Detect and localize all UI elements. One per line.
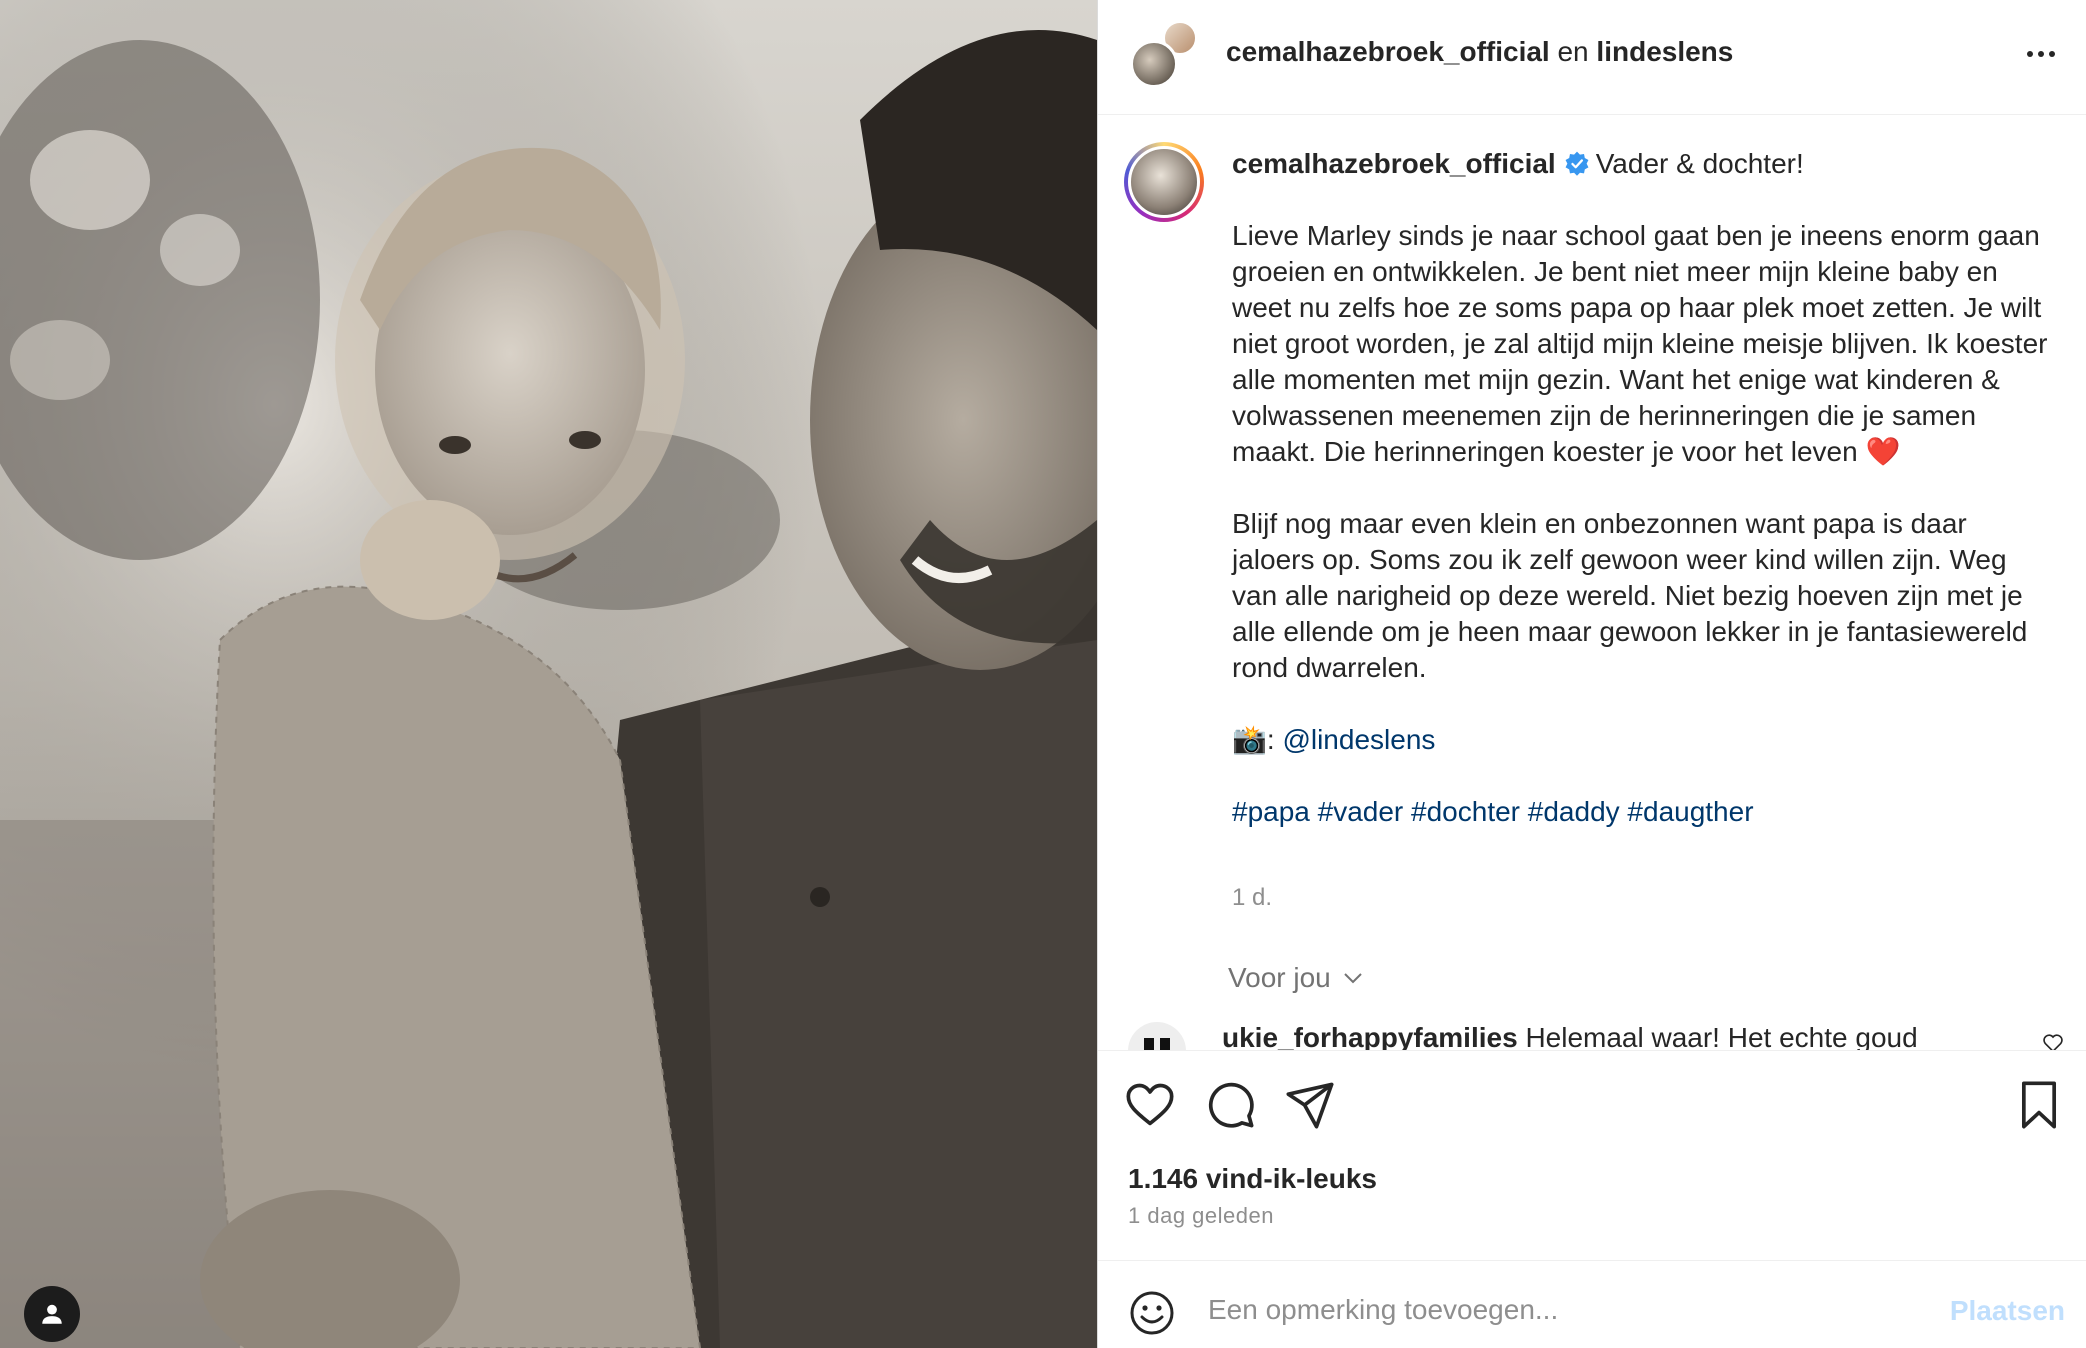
post-header: cemalhazebroek_official en lindeslens bbox=[1098, 0, 2086, 115]
post-side-panel: cemalhazebroek_official en lindeslens ce… bbox=[1097, 0, 2086, 1348]
credit-mention-link[interactable]: @lindeslens bbox=[1282, 724, 1435, 755]
caption-username[interactable]: cemalhazebroek_official bbox=[1232, 148, 1556, 179]
add-comment-bar: Plaatsen bbox=[1098, 1260, 2086, 1348]
header-usernames: cemalhazebroek_official en lindeslens bbox=[1226, 36, 1733, 68]
more-dot bbox=[2049, 51, 2055, 57]
comment-body: Helemaal waar! Het echte goud bbox=[1525, 1022, 1918, 1050]
avatar-image bbox=[1128, 146, 1200, 218]
photo-father-daughter bbox=[0, 0, 1097, 1348]
collab-avatars[interactable] bbox=[1128, 18, 1200, 90]
post-caption: cemalhazebroek_official Vader & dochter!… bbox=[1232, 146, 2052, 830]
comment-bubble-icon[interactable] bbox=[1204, 1079, 1256, 1131]
caption-author-avatar[interactable] bbox=[1124, 142, 1204, 222]
post-comment-button[interactable]: Plaatsen bbox=[1950, 1295, 2065, 1327]
header-collaborator-link[interactable]: lindeslens bbox=[1596, 36, 1733, 67]
author-avatar[interactable] bbox=[1130, 40, 1178, 88]
red-heart-emoji: ❤️ bbox=[1865, 436, 1901, 467]
user-icon bbox=[42, 1304, 62, 1324]
caption-paragraph-1-text: Lieve Marley sinds je naar school gaat b… bbox=[1232, 220, 2048, 467]
more-dot bbox=[2038, 51, 2044, 57]
comment-sort-dropdown[interactable]: Voor jou bbox=[1228, 962, 1365, 994]
instagram-post-modal: cemalhazebroek_official en lindeslens ce… bbox=[0, 0, 2086, 1348]
save-bookmark-icon[interactable] bbox=[2013, 1079, 2065, 1131]
chevron-down-icon bbox=[1344, 973, 1362, 984]
caption-paragraph-1: Lieve Marley sinds je naar school gaat b… bbox=[1232, 218, 2052, 470]
caption-title: Vader & dochter! bbox=[1595, 148, 1804, 179]
comment-item: ukie_forhappyfamilies Helemaal waar! Het… bbox=[1128, 1022, 2068, 1050]
share-paper-plane-icon[interactable] bbox=[1284, 1079, 1336, 1131]
verified-badge-icon bbox=[1565, 151, 1589, 176]
post-age[interactable]: 1 dag geleden bbox=[1128, 1203, 1274, 1229]
more-options-button[interactable] bbox=[2021, 34, 2061, 74]
like-heart-icon[interactable] bbox=[1124, 1079, 1176, 1131]
credit-separator: : bbox=[1266, 724, 1275, 755]
caption-paragraph-2: Blijf nog maar even klein en onbezonnen … bbox=[1232, 508, 2028, 683]
comment-text: ukie_forhappyfamilies Helemaal waar! Het… bbox=[1222, 1022, 1918, 1050]
comment-sort-label: Voor jou bbox=[1228, 962, 1331, 993]
tagged-users-button[interactable] bbox=[24, 1286, 80, 1342]
comments-scroll-area[interactable]: cemalhazebroek_official Vader & dochter!… bbox=[1098, 116, 2086, 1050]
caption-timestamp[interactable]: 1 d. bbox=[1232, 884, 1272, 912]
camera-emoji: 📸 bbox=[1232, 724, 1267, 755]
post-actions: 1.146 vind-ik-leuks 1 dag geleden bbox=[1098, 1050, 2086, 1260]
post-photo[interactable] bbox=[0, 0, 1097, 1348]
emoji-smiley-icon[interactable] bbox=[1128, 1289, 1176, 1337]
quote-logo-icon bbox=[1144, 1038, 1170, 1050]
likes-count[interactable]: 1.146 vind-ik-leuks bbox=[1128, 1163, 1377, 1195]
comment-like-icon[interactable] bbox=[2042, 1032, 2064, 1050]
header-connector: en bbox=[1557, 36, 1589, 67]
header-username-link[interactable]: cemalhazebroek_official bbox=[1226, 36, 1550, 67]
caption-hashtags[interactable]: #papa #vader #dochter #daddy #daugther bbox=[1232, 794, 2052, 830]
comment-username[interactable]: ukie_forhappyfamilies bbox=[1222, 1022, 1518, 1050]
caption-credit: 📸: @lindeslens bbox=[1232, 722, 2052, 758]
more-horizontal-icon bbox=[2027, 51, 2033, 57]
comment-avatar[interactable] bbox=[1128, 1022, 1186, 1050]
caption-first-line: cemalhazebroek_official Vader & dochter! bbox=[1232, 146, 2052, 182]
comment-input[interactable] bbox=[1208, 1285, 1908, 1335]
